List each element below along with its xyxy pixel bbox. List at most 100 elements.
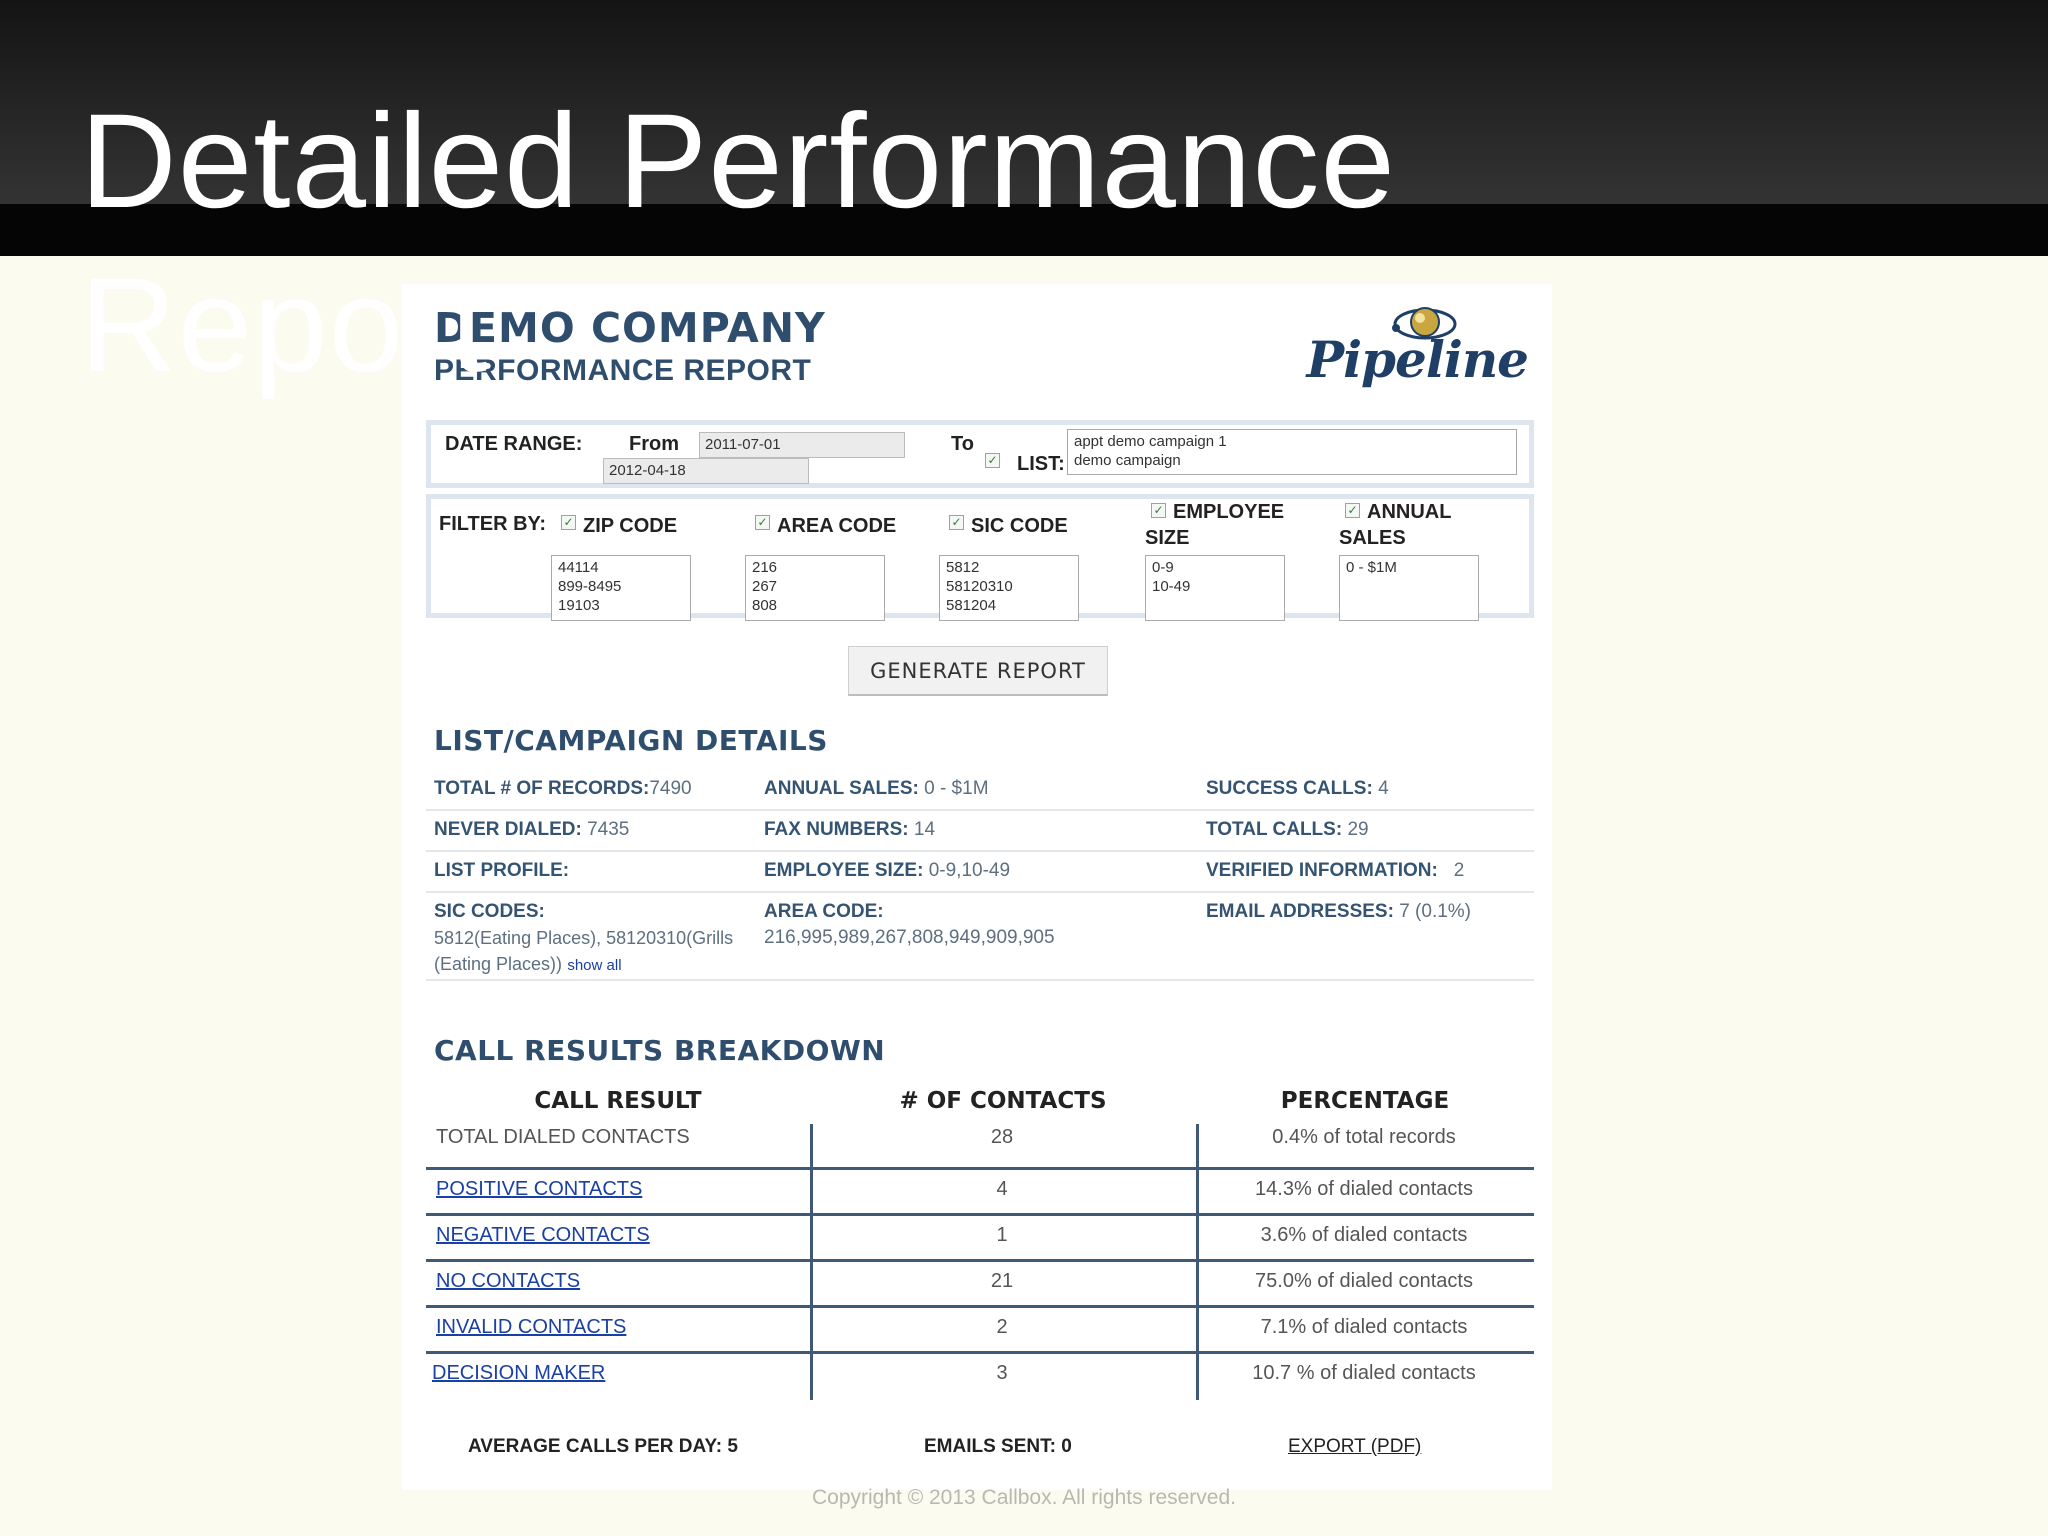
annual-sales-list[interactable]: 0 - $1M: [1339, 555, 1479, 621]
list-option[interactable]: 808: [752, 596, 878, 615]
slide-title: Detailed Performance Report: [80, 87, 1396, 400]
contacts-cell: 4: [996, 1178, 1008, 1200]
annual-sales-label-2: SALES: [1339, 527, 1406, 549]
sic-codes: SIC CODES: 5812(Eating Places), 58120310…: [434, 901, 734, 974]
percentage-cell: 10.7 % of dialed contacts: [1252, 1362, 1476, 1384]
header-contacts: # OF CONTACTS: [899, 1088, 1107, 1114]
details-row: TOTAL # OF RECORDS:7490 ANNUAL SALES: 0 …: [426, 770, 1534, 811]
list-option[interactable]: 19103: [558, 596, 684, 615]
zip-code-label: ZIP CODE: [583, 515, 678, 537]
emails-sent: EMAILS SENT: 0: [924, 1436, 1072, 1457]
no-contacts-link[interactable]: NO CONTACTS: [436, 1270, 580, 1293]
filter-box: FILTER BY: ✓ ZIP CODE 44114 899-8495 191…: [426, 494, 1534, 621]
total-calls: TOTAL CALLS: 29: [1206, 819, 1369, 840]
list-option[interactable]: 216: [752, 558, 878, 577]
header-percentage: PERCENTAGE: [1280, 1088, 1450, 1114]
total-records: TOTAL # OF RECORDS:7490: [434, 778, 692, 799]
filter-sic-code: ✓ SIC CODE 5812 58120310 581204: [939, 499, 1099, 623]
decision-maker-link[interactable]: DECISION MAKER: [432, 1362, 605, 1385]
contacts-cell: 28: [990, 1126, 1014, 1148]
area-code: AREA CODE: 216,995,989,267,808,949,909,9…: [764, 901, 1055, 948]
zip-code-checkbox[interactable]: ✓: [561, 515, 576, 530]
list-option[interactable]: 0-9: [1152, 558, 1278, 577]
list-option[interactable]: demo campaign: [1074, 451, 1510, 470]
to-date-input[interactable]: 2012-04-18: [603, 458, 809, 484]
annual-sales-checkbox[interactable]: ✓: [1345, 503, 1360, 518]
breakdown-title: CALL RESULTS BREAKDOWN: [434, 1034, 886, 1067]
avg-calls-per-day: AVERAGE CALLS PER DAY: 5: [468, 1436, 738, 1457]
table-row: INVALID CONTACTS 2 7.1% of dialed contac…: [426, 1308, 1534, 1354]
to-label: To: [951, 433, 974, 455]
call-results-table: CALL RESULT # OF CONTACTS PERCENTAGE TOT…: [426, 1084, 1534, 1400]
contacts-cell: 2: [996, 1316, 1008, 1338]
sic-code-list[interactable]: 5812 58120310 581204: [939, 555, 1079, 621]
table-row: NO CONTACTS 21 75.0% of dialed contacts: [426, 1262, 1534, 1308]
negative-contacts-link[interactable]: NEGATIVE CONTACTS: [436, 1224, 650, 1247]
filter-annual-sales: ✓ ANNUAL SALES 0 - $1M: [1339, 499, 1495, 623]
employee-size-list[interactable]: 0-9 10-49: [1145, 555, 1285, 621]
list-checkbox[interactable]: ✓: [985, 453, 1000, 468]
list-option[interactable]: 899-8495: [558, 577, 684, 596]
annual-sales-label-1: ANNUAL: [1367, 501, 1452, 523]
positive-contacts-link[interactable]: POSITIVE CONTACTS: [436, 1178, 642, 1201]
details-row: NEVER DIALED: 7435 FAX NUMBERS: 14 TOTAL…: [426, 811, 1534, 852]
filter-area-code: ✓ AREA CODE 216 267 808: [745, 499, 905, 623]
report-panel: DEMO COMPANY PERFORMANCE REPORT Pipeline…: [402, 284, 1552, 1490]
filter-employee-size: ✓ EMPLOYEE SIZE 0-9 10-49: [1145, 499, 1301, 623]
sic-code-label: SIC CODE: [971, 515, 1068, 537]
from-date-input[interactable]: 2011-07-01: [699, 432, 905, 458]
list-option[interactable]: 5812: [946, 558, 1072, 577]
list-option[interactable]: appt demo campaign 1: [1074, 432, 1510, 451]
zip-code-list[interactable]: 44114 899-8495 19103: [551, 555, 691, 621]
date-range-box: DATE RANGE: From 2011-07-01 2012-04-18 T…: [426, 420, 1534, 488]
list-option[interactable]: 267: [752, 577, 878, 596]
employee-size-checkbox[interactable]: ✓: [1151, 503, 1166, 518]
contacts-cell: 21: [990, 1270, 1014, 1292]
list-profile: LIST PROFILE:: [434, 860, 570, 881]
employee-size-label-1: EMPLOYEE: [1173, 501, 1285, 523]
sic-code-checkbox[interactable]: ✓: [949, 515, 964, 530]
generate-report-button[interactable]: GENERATE REPORT: [848, 646, 1108, 696]
date-range-label: DATE RANGE:: [445, 433, 583, 455]
export-pdf-link[interactable]: EXPORT (PDF): [1288, 1436, 1421, 1458]
details-grid: TOTAL # OF RECORDS:7490 ANNUAL SALES: 0 …: [426, 770, 1534, 981]
details-row: LIST PROFILE: EMPLOYEE SIZE: 0-9,10-49 V…: [426, 852, 1534, 893]
success-calls: SUCCESS CALLS: 4: [1206, 778, 1389, 799]
list-option[interactable]: 0 - $1M: [1346, 558, 1472, 577]
details-title: LIST/CAMPAIGN DETAILS: [434, 724, 828, 757]
table-header: CALL RESULT # OF CONTACTS PERCENTAGE: [426, 1084, 1534, 1124]
employee-size-label-2: SIZE: [1145, 527, 1190, 549]
percentage-cell: 14.3% of dialed contacts: [1255, 1178, 1473, 1200]
table-row: POSITIVE CONTACTS 4 14.3% of dialed cont…: [426, 1170, 1534, 1216]
percentage-cell: 7.1% of dialed contacts: [1260, 1316, 1468, 1338]
employee-size: EMPLOYEE SIZE: 0-9,10-49: [764, 860, 1011, 881]
contacts-cell: 1: [996, 1224, 1008, 1246]
percentage-cell: 0.4% of total records: [1272, 1126, 1456, 1148]
email-addresses: EMAIL ADDRESSES: 7 (0.1%): [1206, 901, 1472, 922]
percentage-cell: 75.0% of dialed contacts: [1255, 1270, 1473, 1292]
list-option[interactable]: 10-49: [1152, 577, 1278, 596]
never-dialed: NEVER DIALED: 7435: [434, 819, 630, 840]
filter-zip-code: ✓ ZIP CODE 44114 899-8495 19103: [551, 499, 711, 623]
show-all-link[interactable]: show all: [567, 957, 621, 974]
table-row: DECISION MAKER 3 10.7 % of dialed contac…: [426, 1354, 1534, 1400]
header-call-result: CALL RESULT: [534, 1088, 702, 1114]
verified-information: VERIFIED INFORMATION: 2: [1206, 860, 1465, 881]
list-option[interactable]: 581204: [946, 596, 1072, 615]
table-row: NEGATIVE CONTACTS 1 3.6% of dialed conta…: [426, 1216, 1534, 1262]
list-option[interactable]: 58120310: [946, 577, 1072, 596]
fax-numbers: FAX NUMBERS: 14: [764, 819, 936, 840]
list-label: LIST:: [1017, 453, 1065, 475]
result-total-dialed: TOTAL DIALED CONTACTS: [436, 1126, 690, 1148]
contacts-cell: 3: [996, 1362, 1008, 1384]
list-select[interactable]: appt demo campaign 1 demo campaign: [1067, 429, 1517, 475]
table-row: TOTAL DIALED CONTACTS 28 0.4% of total r…: [426, 1124, 1534, 1170]
copyright: Copyright © 2013 Callbox. All rights res…: [811, 1486, 1236, 1509]
filter-by-label: FILTER BY:: [439, 513, 547, 535]
area-code-list[interactable]: 216 267 808: [745, 555, 885, 621]
list-option[interactable]: 44114: [558, 558, 684, 577]
details-row: SIC CODES: 5812(Eating Places), 58120310…: [426, 893, 1534, 981]
area-code-checkbox[interactable]: ✓: [755, 515, 770, 530]
area-code-label: AREA CODE: [777, 515, 897, 537]
invalid-contacts-link[interactable]: INVALID CONTACTS: [436, 1316, 626, 1339]
